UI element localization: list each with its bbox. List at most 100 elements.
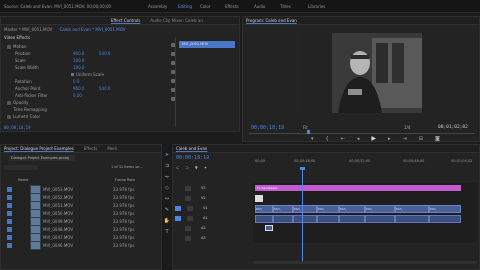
track-header-a3[interactable]: A3 — [173, 233, 253, 243]
audio-clip[interactable] — [293, 215, 317, 223]
list-item[interactable]: MVI_0046.MOV 23.976 fps — [1, 240, 161, 250]
effect-row-anchor-point[interactable]: Anchor Point 960.0 540.0 — [7, 85, 137, 92]
list-item[interactable]: MVI_0050.MOV 23.976 fps — [1, 208, 161, 218]
tab-project[interactable]: Project: Dialogue Project Examples — [4, 146, 74, 151]
workspace-tab-audio[interactable]: Audio — [254, 4, 265, 9]
video-clip[interactable]: MVI_ — [429, 205, 461, 213]
list-item[interactable]: MVI_0049.MOV 23.976 fps — [1, 216, 161, 226]
reset-icon[interactable] — [171, 88, 175, 92]
playhead-handle[interactable] — [300, 167, 305, 170]
checkbox-icon[interactable] — [71, 73, 74, 76]
play-icon[interactable]: ▶ — [371, 135, 376, 142]
pen-tool-icon[interactable]: ✎ — [165, 207, 169, 213]
project-search-input[interactable] — [4, 165, 38, 170]
type-tool-icon[interactable]: T — [165, 229, 168, 235]
program-resolution-select[interactable]: 1/4 — [404, 125, 410, 130]
track-header-v1[interactable]: V1 — [173, 203, 253, 213]
tab-effects[interactable]: Effects — [84, 146, 98, 151]
workspace-tab-titles[interactable]: Titles — [280, 4, 291, 9]
razor-tool-icon[interactable]: ◇ — [165, 185, 169, 191]
track-header-a2[interactable]: A2 — [173, 223, 253, 233]
list-item[interactable]: MVI_0048.MOV 23.976 fps — [1, 224, 161, 234]
selection-tool-icon[interactable]: ➤ — [165, 152, 169, 158]
audio-clip[interactable] — [317, 215, 339, 223]
adjustment-clip[interactable]: Fx Sandpaper — [255, 185, 461, 191]
effect-row-position[interactable]: Position 960.0 540.0 — [7, 50, 137, 57]
workspace-tab-editing[interactable]: Editing — [178, 4, 192, 9]
workspace-tab-libraries[interactable]: Libraries — [308, 4, 325, 9]
reset-icon[interactable] — [171, 52, 175, 56]
program-scrubber[interactable] — [249, 133, 475, 134]
effect-controls-timecode[interactable]: 00;00;18;19 — [4, 125, 31, 130]
breadcrumb-sequence[interactable]: Caleb and Evan * MVI_0051.MOV — [60, 27, 126, 32]
track-header-a1[interactable]: A1 — [173, 213, 253, 223]
reset-icon[interactable] — [171, 70, 175, 74]
audio-clip[interactable] — [339, 215, 365, 223]
reset-icon[interactable] — [171, 43, 175, 47]
effect-row-motion[interactable]: Motion — [7, 43, 137, 50]
reset-icon[interactable] — [171, 79, 175, 83]
effect-row-rotation[interactable]: Rotation 0.0 — [7, 78, 137, 85]
tab-media[interactable]: Medi — [107, 146, 117, 151]
timeline-playhead[interactable] — [302, 169, 303, 263]
go-to-in-icon[interactable]: ⇤ — [341, 136, 345, 142]
export-frame-icon[interactable]: ◙ — [435, 136, 440, 142]
mark-out-icon[interactable]: { — [326, 136, 329, 142]
effect-row-uniform-scale[interactable]: Uniform Scale — [7, 71, 137, 78]
effect-row-scale[interactable]: Scale 100.0 — [7, 57, 137, 64]
video-clip[interactable]: MVI_ — [273, 205, 293, 213]
breadcrumb-master[interactable]: Master * MVI_0051.MOV — [4, 27, 52, 32]
list-item[interactable]: MVI_0051.MOV 23.976 fps — [1, 200, 161, 210]
effect-row-lumetri[interactable]: Lumetri Color — [7, 113, 137, 120]
video-clip[interactable]: MVI_ — [395, 205, 429, 213]
video-clip[interactable]: MVI_ — [339, 205, 365, 213]
marker-icon[interactable]: ▼ — [195, 165, 198, 170]
audio-clip[interactable] — [395, 215, 429, 223]
timeline-scrollbar[interactable] — [253, 261, 477, 264]
linked-selection-icon[interactable]: ⊃ — [185, 165, 188, 170]
effect-row-scale-width[interactable]: Scale Width 100.0 — [7, 64, 137, 71]
audio-clip[interactable] — [255, 215, 273, 223]
effect-row-opacity[interactable]: Opacity — [7, 99, 137, 106]
go-to-out-icon[interactable]: ⇥ — [403, 136, 407, 142]
timeline-sequence-tab[interactable]: Caleb and Evan — [176, 146, 207, 151]
reset-icon[interactable] — [171, 97, 175, 101]
video-clip[interactable]: MVI_ — [317, 205, 339, 213]
step-forward-icon[interactable]: ▸ — [388, 136, 391, 142]
track-header-v2[interactable]: V2 — [173, 193, 253, 203]
effect-row-time-remapping[interactable]: Time Remapping — [7, 106, 137, 113]
track-select-tool-icon[interactable]: ⇉ — [165, 163, 169, 169]
list-item[interactable]: MVI_0053.MOV 23.976 fps — [1, 184, 161, 194]
audio-track-clip[interactable] — [265, 225, 273, 231]
mark-in-icon[interactable]: ▾ — [311, 136, 314, 142]
program-title[interactable]: Program: Caleb and Evan — [246, 18, 297, 23]
tab-audio-clip-mixer[interactable]: Audio Clip Mixer: Caleb an — [150, 18, 203, 23]
list-item[interactable]: MVI_0052.MOV 23.976 fps — [1, 192, 161, 202]
title-clip[interactable] — [255, 195, 263, 202]
reset-icon[interactable] — [171, 61, 175, 65]
timeline-track-area[interactable]: Fx Sandpaper MVI_ MVI_ MVI_ MVI_ MVI_ MV… — [253, 183, 477, 243]
column-frame-rate-header[interactable]: Frame Rate — [115, 178, 135, 182]
timeline-ruler[interactable]: 00;00 00;00;16;00 00;00;32;00 00;00;48;0… — [253, 159, 477, 169]
audio-clip[interactable] — [273, 215, 293, 223]
tab-effect-controls[interactable]: Effect Controls — [111, 18, 140, 23]
timeline-timecode[interactable]: 00:00:18:19 — [176, 155, 209, 161]
video-clip[interactable]: MVI_ — [293, 205, 317, 213]
lift-icon[interactable]: ⊟ — [419, 136, 423, 142]
track-header-v3[interactable]: V3 — [173, 183, 253, 193]
workspace-tab-color[interactable]: Color — [200, 4, 210, 9]
workspace-tab-effects[interactable]: Effects — [225, 4, 239, 9]
video-clip[interactable]: MVI_ — [365, 205, 395, 213]
workspace-tab-assembly[interactable]: Assembly — [148, 4, 167, 9]
list-item[interactable]: MVI_0047.MOV 23.976 fps — [1, 232, 161, 242]
step-back-icon[interactable]: ◂ — [357, 136, 360, 142]
effect-row-anti-flicker[interactable]: Anti-flicker Filter 0.00 — [7, 92, 137, 99]
audio-clip[interactable] — [429, 215, 461, 223]
ripple-edit-tool-icon[interactable]: ⟛ — [165, 174, 170, 180]
audio-clip[interactable] — [365, 215, 395, 223]
hand-tool-icon[interactable]: ✋ — [164, 218, 170, 224]
wrench-icon[interactable]: ✦ — [204, 165, 207, 170]
program-timecode-current[interactable]: 00;00;18;19 — [251, 125, 284, 131]
slip-tool-icon[interactable]: ↔ — [165, 196, 169, 202]
video-clip[interactable]: MVI_ — [255, 205, 273, 213]
